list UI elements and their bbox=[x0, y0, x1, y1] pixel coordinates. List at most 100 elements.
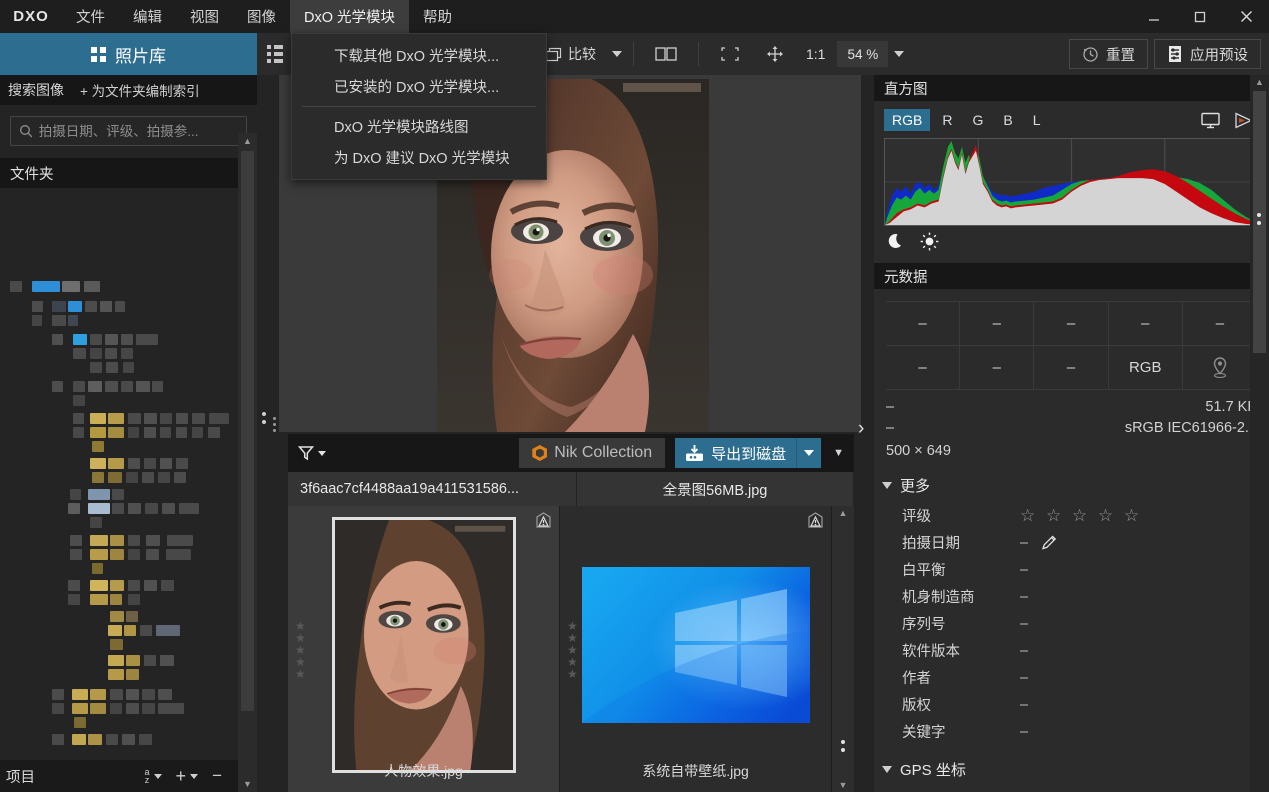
tree-row[interactable] bbox=[0, 702, 238, 716]
menu-modules-roadmap[interactable]: DxO 光学模块路线图 bbox=[292, 111, 546, 142]
channel-l[interactable]: L bbox=[1025, 109, 1049, 131]
remove-project-button[interactable]: − bbox=[212, 770, 222, 782]
search-input[interactable] bbox=[39, 124, 238, 139]
thumbnail-image-1[interactable] bbox=[582, 567, 810, 723]
pan-button[interactable] bbox=[756, 40, 794, 68]
tree-row[interactable] bbox=[0, 347, 238, 361]
menu-file[interactable]: 文件 bbox=[62, 0, 119, 33]
right-panel-scrollbar[interactable]: ▲ bbox=[1250, 75, 1269, 792]
histogram-header[interactable]: 直方图 bbox=[874, 75, 1269, 101]
moon-shadow-clipping-icon[interactable] bbox=[888, 232, 906, 250]
edit-pencil-icon[interactable] bbox=[1040, 533, 1059, 552]
tree-row[interactable] bbox=[0, 654, 238, 668]
scroll-down-icon[interactable]: ▼ bbox=[832, 780, 854, 790]
tree-row[interactable] bbox=[0, 668, 238, 682]
maximize-icon[interactable] bbox=[1177, 0, 1223, 33]
close-icon[interactable] bbox=[1223, 0, 1269, 33]
tree-row[interactable] bbox=[0, 610, 238, 624]
monitor-icon[interactable] bbox=[1201, 112, 1220, 129]
menu-suggest-module[interactable]: 为 DxO 建议 DxO 光学模块 bbox=[292, 142, 546, 173]
channel-r[interactable]: R bbox=[934, 109, 960, 131]
tree-row[interactable] bbox=[0, 747, 238, 748]
more-section-header[interactable]: 更多 bbox=[874, 461, 1269, 502]
reset-button[interactable]: 重置 bbox=[1069, 39, 1148, 69]
add-project-button[interactable]: + bbox=[176, 769, 199, 783]
tree-row[interactable] bbox=[0, 471, 238, 485]
menu-edit[interactable]: 编辑 bbox=[119, 0, 176, 33]
tree-row[interactable] bbox=[0, 333, 238, 347]
scroll-up-icon[interactable]: ▲ bbox=[1250, 77, 1269, 87]
tree-row[interactable] bbox=[0, 688, 238, 702]
tree-row[interactable] bbox=[0, 380, 238, 394]
scrollbar-thumb[interactable] bbox=[241, 151, 254, 711]
scroll-up-icon[interactable]: ▲ bbox=[832, 508, 854, 518]
filmstrip-splitter[interactable] bbox=[268, 414, 280, 434]
tree-row[interactable] bbox=[0, 733, 238, 747]
tree-row[interactable] bbox=[0, 502, 238, 516]
thumbnail-name-0[interactable]: 3f6aac7cf4488aa19a411531586... bbox=[288, 472, 577, 506]
tree-row[interactable] bbox=[0, 579, 238, 593]
expand-right-panel-icon[interactable]: › bbox=[858, 418, 864, 440]
tree-row[interactable] bbox=[0, 457, 238, 471]
sort-az-button[interactable]: az bbox=[145, 768, 162, 784]
tree-row[interactable] bbox=[0, 562, 238, 576]
tree-row[interactable] bbox=[0, 361, 238, 375]
scroll-up-icon[interactable]: ▲ bbox=[238, 133, 257, 149]
metadata-header[interactable]: 元数据 bbox=[874, 263, 1269, 289]
menu-dxo-optics-modules[interactable]: DxO 光学模块 bbox=[290, 0, 409, 33]
tab-photo-library[interactable]: 照片库 bbox=[0, 33, 257, 75]
zoom-value[interactable]: 54 % bbox=[837, 41, 888, 67]
menu-download-more-modules[interactable]: 下载其他 DxO 光学模块... bbox=[292, 40, 546, 71]
tree-row[interactable] bbox=[0, 394, 238, 408]
filmstrip-grip-dots[interactable] bbox=[841, 740, 845, 752]
list-view-icon[interactable] bbox=[267, 45, 285, 63]
scrollbar-grip-dots[interactable] bbox=[1257, 213, 1261, 225]
tree-row[interactable] bbox=[0, 280, 238, 294]
menu-installed-modules[interactable]: 已安装的 DxO 光学模块... bbox=[292, 71, 546, 102]
sidebar-scrollbar[interactable]: ▲ ▼ bbox=[238, 133, 257, 792]
metadata-row-capture-date[interactable]: 拍摄日期 – bbox=[874, 529, 1269, 556]
zoom-ratio-label[interactable]: 1:1 bbox=[800, 46, 831, 62]
compare-dropdown-icon[interactable] bbox=[612, 51, 622, 57]
thumbnail-cell-1[interactable]: ★★★★★ bbox=[560, 506, 832, 792]
menu-view[interactable]: 视图 bbox=[176, 0, 233, 33]
metadata-row-rating[interactable]: 评级 ☆ ☆ ☆ ☆ ☆ bbox=[874, 502, 1269, 529]
scroll-down-icon[interactable]: ▼ bbox=[238, 776, 257, 792]
tree-row[interactable] bbox=[0, 440, 238, 454]
minimize-icon[interactable] bbox=[1131, 0, 1177, 33]
nik-collection-button[interactable]: Nik Collection bbox=[519, 438, 665, 468]
channel-g[interactable]: G bbox=[964, 109, 991, 131]
collapse-filmstrip-icon[interactable]: ▼ bbox=[833, 447, 844, 459]
tree-row[interactable] bbox=[0, 516, 238, 530]
fit-screen-button[interactable] bbox=[710, 40, 750, 68]
tree-row[interactable] bbox=[0, 488, 238, 502]
thumbnail-cell-0[interactable]: ★★★★★ bbox=[288, 506, 560, 792]
export-dropdown-button[interactable] bbox=[796, 438, 821, 468]
dxo-optics-modules-menu[interactable]: 下载其他 DxO 光学模块... 已安装的 DxO 光学模块... DxO 光学… bbox=[291, 33, 547, 180]
rating-stars[interactable]: ★★★★★ bbox=[567, 620, 578, 680]
sun-highlight-clipping-icon[interactable] bbox=[920, 232, 939, 251]
tree-row[interactable] bbox=[0, 593, 238, 607]
channel-rgb[interactable]: RGB bbox=[884, 109, 930, 131]
rating-stars[interactable]: ☆ ☆ ☆ ☆ ☆ bbox=[1020, 506, 1142, 526]
split-view-button[interactable] bbox=[645, 40, 687, 68]
tree-row[interactable] bbox=[0, 314, 238, 328]
search-box[interactable] bbox=[10, 116, 247, 146]
channel-b[interactable]: B bbox=[995, 109, 1020, 131]
gps-section-header[interactable]: GPS 坐标 bbox=[874, 745, 1269, 786]
menu-image[interactable]: 图像 bbox=[233, 0, 290, 33]
thumbnail-name-1[interactable]: 全景图56MB.jpg bbox=[577, 472, 854, 506]
tree-row[interactable] bbox=[0, 624, 238, 638]
tree-row[interactable] bbox=[0, 534, 238, 548]
rating-stars[interactable]: ★★★★★ bbox=[295, 620, 306, 680]
tree-row[interactable] bbox=[0, 412, 238, 426]
apply-preset-button[interactable]: 应用预设 bbox=[1154, 39, 1261, 69]
tree-row[interactable] bbox=[0, 548, 238, 562]
tree-row[interactable] bbox=[0, 300, 238, 314]
index-folder-link[interactable]: + 为文件夹编制索引 bbox=[80, 80, 200, 100]
menu-help[interactable]: 帮助 bbox=[409, 0, 466, 33]
thumbnail-image-0[interactable] bbox=[332, 517, 516, 773]
zoom-dropdown-icon[interactable] bbox=[894, 51, 904, 57]
tree-row[interactable] bbox=[0, 716, 238, 730]
tree-row[interactable] bbox=[0, 638, 238, 652]
